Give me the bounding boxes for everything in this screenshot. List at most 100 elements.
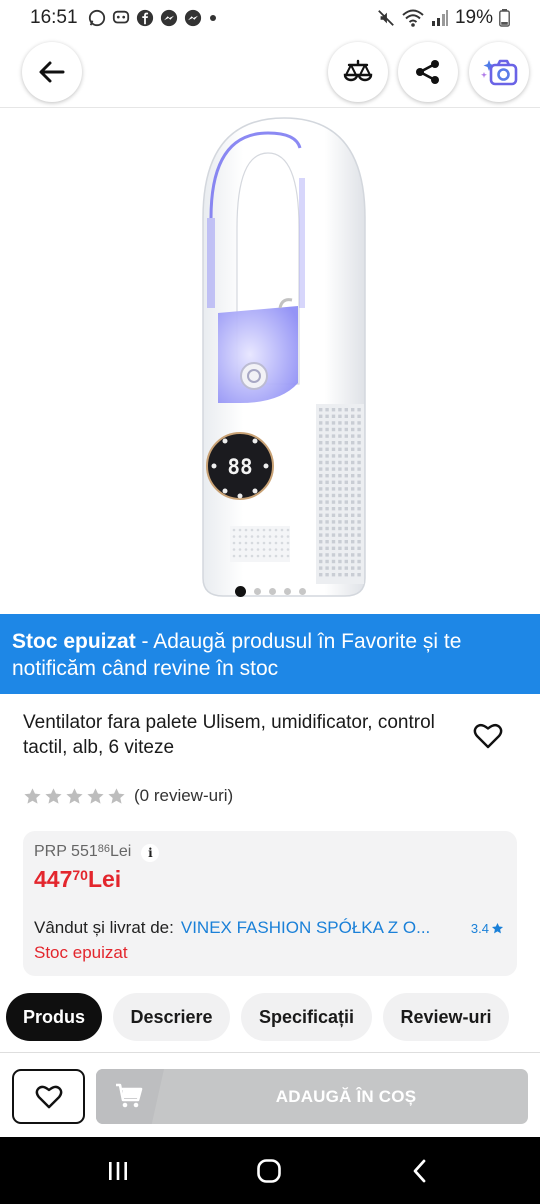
grille-hole — [338, 513, 342, 517]
vent-hole — [274, 528, 278, 532]
gallery-dot[interactable] — [253, 588, 261, 595]
grille-hole — [351, 559, 355, 564]
gallery-dot[interactable] — [298, 588, 306, 595]
vent-hole — [232, 535, 236, 538]
vent-hole — [244, 554, 248, 558]
grille-hole — [357, 526, 361, 531]
grille-hole — [331, 553, 336, 557]
back-arrow-icon — [39, 61, 65, 83]
camera-search-icon — [481, 59, 518, 86]
recent-apps-button[interactable] — [103, 1157, 133, 1185]
grille-hole — [319, 573, 323, 577]
tab-descriere[interactable]: Descriere — [113, 993, 230, 1041]
gallery-dot[interactable] — [268, 588, 276, 595]
tab-review-uri[interactable]: Review-uri — [383, 993, 509, 1041]
back-button[interactable] — [22, 42, 82, 102]
grille-hole — [319, 460, 323, 465]
grille-hole — [344, 500, 348, 504]
vent-hole — [262, 541, 266, 545]
grille-hole — [338, 526, 342, 531]
grille-hole — [357, 493, 361, 498]
vent-hole — [256, 548, 260, 551]
product-page: 16:51 19% 88 Stoc epuizat - Adaugă produ… — [0, 0, 540, 1204]
grille-hole — [325, 460, 329, 465]
tab-produs[interactable]: Produs — [6, 993, 102, 1041]
star-icon — [24, 787, 41, 804]
vent-hole — [268, 528, 272, 532]
grille-hole — [357, 513, 361, 517]
wifi-icon — [402, 9, 424, 27]
vent-hole — [256, 541, 260, 545]
grille-hole — [344, 487, 348, 491]
grille-hole — [331, 507, 336, 511]
seller-rating[interactable]: 3.4 — [471, 921, 504, 936]
grille-hole — [344, 507, 348, 511]
prp-label: PRP 551 — [34, 843, 98, 860]
camera-search-button[interactable] — [469, 42, 529, 102]
gallery-dot[interactable] — [283, 588, 291, 595]
vent-hole — [280, 528, 284, 532]
add-to-cart-button[interactable]: ADAUGĂ ÎN COȘ — [96, 1069, 528, 1124]
home-icon — [257, 1159, 281, 1183]
grille-hole — [357, 421, 361, 425]
grille-hole — [331, 474, 336, 478]
grille-hole — [344, 447, 348, 451]
seller-row: Vândut și livrat de: VINEX FASHION SPÓŁK… — [34, 918, 504, 938]
messenger-icon — [160, 9, 177, 27]
gallery-dot[interactable] — [234, 586, 246, 597]
compare-button[interactable] — [328, 42, 388, 102]
grille-hole — [351, 540, 355, 544]
grille-hole — [344, 454, 348, 458]
home-button[interactable] — [254, 1157, 284, 1185]
grille-hole — [319, 533, 323, 537]
grille-hole — [357, 546, 361, 550]
vent-hole — [280, 541, 284, 545]
grille-hole — [344, 421, 348, 425]
vent-hole — [238, 554, 242, 558]
grille-hole — [338, 553, 342, 557]
grille-hole — [344, 540, 348, 544]
product-image[interactable]: 88 — [0, 108, 540, 614]
tab-specificatii[interactable]: Specificații — [241, 993, 372, 1041]
battery-percent: 19% — [454, 7, 493, 28]
grille-hole — [325, 480, 329, 484]
grille-hole — [331, 526, 336, 531]
grille-hole — [325, 447, 329, 451]
seller-link[interactable]: VINEX FASHION SPÓŁKA Z O... — [181, 918, 430, 938]
grille-hole — [319, 507, 323, 511]
add-to-favorites-button[interactable] — [12, 1069, 85, 1124]
grille-hole — [351, 566, 355, 570]
add-to-cart-label: ADAUGĂ ÎN COȘ — [275, 1086, 417, 1106]
grille-hole — [331, 493, 336, 498]
review-count[interactable]: (0 review-uri) — [134, 786, 233, 806]
grille-hole — [338, 441, 342, 445]
vent-hole — [280, 535, 284, 538]
more-notifications-dot-icon — [209, 15, 216, 21]
grille-hole — [351, 414, 355, 418]
grille-hole — [357, 427, 361, 432]
grille-hole — [344, 414, 348, 418]
back-nav-button[interactable] — [405, 1157, 435, 1185]
grille-hole — [357, 500, 361, 504]
share-icon — [416, 60, 439, 84]
grille-hole — [357, 414, 361, 418]
rating-row[interactable]: (0 review-uri) — [23, 786, 233, 806]
seller-rating-value: 3.4 — [470, 920, 489, 936]
grille-hole — [338, 447, 342, 451]
grille-hole — [344, 493, 348, 498]
grille-hole — [338, 540, 342, 544]
grille-hole — [331, 566, 336, 570]
vent-hole — [286, 554, 290, 558]
grille-hole — [344, 533, 348, 537]
grille-hole — [331, 441, 336, 445]
grille-hole — [351, 421, 355, 425]
favorite-button[interactable] — [470, 718, 506, 752]
messenger-icon-2 — [184, 9, 201, 27]
share-button[interactable] — [398, 42, 458, 102]
grille-hole — [351, 526, 355, 531]
info-icon[interactable]: i — [141, 844, 160, 862]
battery-icon — [499, 9, 510, 27]
grille-hole — [344, 546, 348, 550]
grille-hole — [325, 507, 329, 511]
grille-hole — [325, 434, 329, 438]
